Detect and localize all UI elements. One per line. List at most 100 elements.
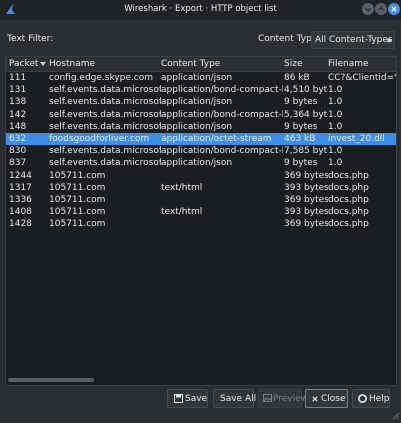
column-header-size[interactable]: Size bbox=[284, 59, 302, 69]
cell-hostname: 105711.com bbox=[49, 170, 106, 181]
cell-hostname: self.events.data.microsoft.com bbox=[49, 146, 161, 157]
cell-content-type: application/json bbox=[161, 121, 233, 132]
minimize-button[interactable] bbox=[362, 3, 374, 15]
chevron-down-icon bbox=[386, 39, 392, 43]
sort-descending-icon bbox=[40, 62, 46, 66]
image-icon bbox=[263, 394, 272, 402]
cell-content-type: application/json bbox=[161, 73, 233, 83]
cell-filename: 1.0 bbox=[328, 97, 343, 108]
column-header-hostname[interactable]: Hostname bbox=[49, 59, 95, 69]
http-object-table[interactable]: Packet Hostname Content Type Size Filena… bbox=[5, 56, 397, 386]
cell-size: 4,510 bytes bbox=[284, 85, 328, 96]
cell-packet: 837 bbox=[9, 158, 27, 169]
table-row[interactable]: 1317 105711.com text/html 393 bytes docs… bbox=[6, 182, 396, 194]
table-row[interactable]: 1408 105711.com text/html 393 bytes docs… bbox=[6, 206, 396, 218]
cell-size: 393 bytes bbox=[284, 207, 328, 218]
close-button[interactable]: Close bbox=[305, 389, 348, 408]
table-body: 111 config.edge.skype.com application/js… bbox=[6, 72, 396, 230]
column-header-content-type[interactable]: Content Type bbox=[161, 59, 220, 69]
preview-button-label: Preview bbox=[273, 394, 309, 404]
table-row-selected[interactable]: 632 foodsgoodforliver.com application/oc… bbox=[6, 132, 396, 146]
cell-packet: 830 bbox=[9, 146, 27, 157]
cell-content-type: application/octet-stream bbox=[161, 133, 272, 144]
table-row[interactable]: 1244 105711.com 369 bytes docs.php bbox=[6, 170, 396, 182]
cell-size: 9 bytes bbox=[284, 158, 318, 169]
cell-filename: docs.php bbox=[328, 170, 369, 181]
cell-hostname: self.events.data.microsoft.com bbox=[49, 109, 161, 120]
cell-packet: 632 bbox=[9, 133, 27, 144]
cell-hostname: self.events.data.microsoft.com bbox=[49, 121, 161, 132]
cell-filename: docs.php bbox=[328, 194, 369, 205]
table-row[interactable]: 142 self.events.data.microsoft.com appli… bbox=[6, 109, 396, 121]
filter-row: Text Filter: Content Type: All Content-T… bbox=[0, 30, 401, 50]
cell-packet: 148 bbox=[9, 121, 27, 132]
cell-size: 463 kB bbox=[284, 133, 316, 144]
table-row[interactable]: 830 self.events.data.microsoft.com appli… bbox=[6, 145, 396, 157]
resize-grip-icon[interactable] bbox=[391, 411, 400, 420]
cell-content-type: application/bond-compact-binary bbox=[161, 146, 283, 157]
cell-hostname: self.events.data.microsoft.com bbox=[49, 85, 161, 96]
cell-packet: 142 bbox=[9, 109, 27, 120]
save-all-button-label: Save All bbox=[220, 394, 257, 404]
save-button[interactable]: Save bbox=[167, 389, 208, 408]
cell-content-type: text/html bbox=[161, 207, 203, 218]
table-row[interactable]: 148 self.events.data.microsoft.com appli… bbox=[6, 121, 396, 133]
cell-size: 393 bytes bbox=[284, 182, 328, 193]
cell-hostname: 105711.com bbox=[49, 207, 106, 218]
content-type-select[interactable]: All Content-Types bbox=[311, 31, 395, 49]
table-row[interactable]: 1336 105711.com 369 bytes docs.php bbox=[6, 194, 396, 206]
table-row[interactable]: 1428 105711.com 369 bytes docs.php bbox=[6, 218, 396, 230]
table-row[interactable]: 138 self.events.data.microsoft.com appli… bbox=[6, 96, 396, 108]
table-row[interactable]: 837 self.events.data.microsoft.com appli… bbox=[6, 157, 396, 169]
http-object-list-window: Wireshark · Export · HTTP object list Te… bbox=[0, 0, 401, 423]
cell-size: 9 bytes bbox=[284, 121, 318, 132]
table-row[interactable]: 111 config.edge.skype.com application/js… bbox=[6, 72, 396, 84]
cell-hostname: self.events.data.microsoft.com bbox=[49, 158, 161, 169]
window-close-button[interactable] bbox=[388, 3, 400, 15]
cell-filename: CC?&Clientid=%7E bbox=[328, 73, 396, 83]
cell-content-type: text/html bbox=[161, 182, 203, 193]
text-filter-input[interactable] bbox=[53, 31, 251, 49]
cell-hostname: config.edge.skype.com bbox=[49, 73, 154, 83]
cell-content-type: application/bond-compact-binary bbox=[161, 109, 283, 120]
cell-size: 369 bytes bbox=[284, 194, 328, 205]
floppy-disk-icon bbox=[174, 394, 183, 403]
maximize-button[interactable] bbox=[375, 3, 387, 15]
help-button[interactable]: Help bbox=[352, 389, 390, 408]
horizontal-scrollbar[interactable] bbox=[8, 378, 94, 382]
content-type-value: All Content-Types bbox=[315, 35, 393, 45]
close-button-label: Close bbox=[321, 394, 346, 404]
save-button-label: Save bbox=[185, 394, 208, 404]
cell-packet: 131 bbox=[9, 85, 27, 96]
cell-content-type: application/json bbox=[161, 158, 233, 169]
window-title: Wireshark · Export · HTTP object list bbox=[124, 4, 277, 14]
cell-filename: 1.0 bbox=[328, 158, 343, 169]
cell-filename: 1.0 bbox=[328, 85, 343, 96]
cell-size: 5,364 bytes bbox=[284, 109, 328, 120]
cell-hostname: 105711.com bbox=[49, 219, 106, 230]
cell-size: 369 bytes bbox=[284, 219, 328, 230]
cell-size: 9 bytes bbox=[284, 97, 318, 108]
help-lifebuoy-icon bbox=[358, 394, 367, 403]
cell-hostname: self.events.data.microsoft.com bbox=[49, 97, 161, 108]
preview-button[interactable]: Preview bbox=[258, 389, 308, 408]
cell-packet: 1336 bbox=[9, 194, 32, 205]
cell-content-type: application/bond-compact-binary bbox=[161, 85, 283, 96]
cell-packet: 1317 bbox=[9, 182, 32, 193]
cell-filename: invest_20.dll bbox=[328, 133, 385, 144]
text-filter-label: Text Filter: bbox=[7, 34, 54, 44]
column-header-packet[interactable]: Packet bbox=[9, 59, 38, 69]
cell-hostname: 105711.com bbox=[49, 182, 106, 193]
cell-packet: 1244 bbox=[9, 170, 32, 181]
cell-filename: 1.0 bbox=[328, 109, 343, 120]
cell-packet: 1428 bbox=[9, 219, 32, 230]
chevron-up-icon bbox=[378, 6, 384, 11]
column-header-filename[interactable]: Filename bbox=[328, 59, 369, 69]
cell-packet: 1408 bbox=[9, 207, 32, 218]
save-all-button[interactable]: Save All bbox=[213, 389, 257, 408]
chevron-down-icon bbox=[365, 7, 371, 12]
table-row[interactable]: 131 self.events.data.microsoft.com appli… bbox=[6, 84, 396, 96]
cell-filename: docs.php bbox=[328, 219, 369, 230]
cell-packet: 138 bbox=[9, 97, 27, 108]
cell-filename: docs.php bbox=[328, 182, 369, 193]
